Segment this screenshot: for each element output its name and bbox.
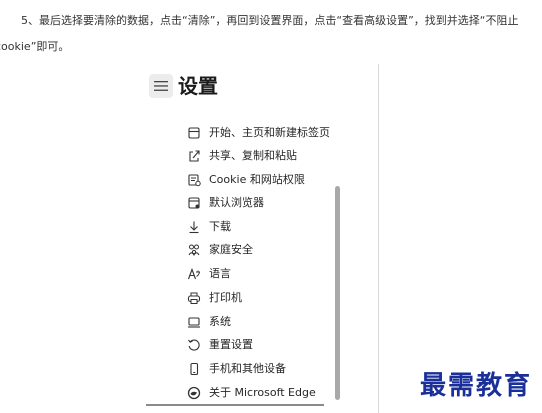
- nav-item-label: 打印机: [209, 291, 242, 304]
- scrollbar-thumb[interactable]: [335, 186, 340, 400]
- page: 5、最后选择要清除的数据，点击“清除”，再回到设置界面，点击“查看高级设置”，找…: [0, 0, 542, 413]
- hamburger-menu-button[interactable]: [149, 74, 173, 98]
- nav-item-label: 系统: [209, 315, 231, 328]
- nav-item-label: 下载: [209, 220, 231, 233]
- nav-item-label: 家庭安全: [209, 243, 253, 256]
- nav-item-label: 默认浏览器: [209, 196, 264, 209]
- settings-title: 设置: [178, 74, 218, 98]
- language-icon: [187, 267, 200, 280]
- printer-icon: [187, 292, 201, 304]
- panel-right-border: [378, 64, 379, 413]
- nav-item-label: Cookie 和网站权限: [209, 173, 305, 186]
- share-icon: [189, 150, 200, 162]
- system-icon: [188, 317, 200, 328]
- instruction-line-1: 5、最后选择要清除的数据，点击“清除”，再回到设置界面，点击“查看高级设置”，找…: [21, 14, 519, 27]
- nav-item-label: 语言: [209, 267, 231, 280]
- edge-logo-icon: [187, 386, 201, 400]
- nav-item-share-copy-paste[interactable]: 共享、复制和粘贴: [176, 146, 366, 166]
- family-icon: [188, 244, 200, 257]
- hamburger-menu-icon: [154, 81, 168, 91]
- nav-item-start-home-newtab[interactable]: 开始、主页和新建标签页: [176, 123, 366, 143]
- default-browser-icon: [188, 197, 200, 209]
- reset-icon: [188, 339, 200, 351]
- phone-icon: [190, 362, 199, 376]
- nav-item-label: 共享、复制和粘贴: [209, 149, 297, 162]
- nav-item-label: 手机和其他设备: [209, 362, 286, 375]
- nav-item-label: 关于 Microsoft Edge: [209, 386, 316, 399]
- settings-panel: 设置 开始、主页和新建标签页 共享、复制和粘贴 Cookie 和网站权限 默认浏…: [146, 64, 380, 413]
- home-page-icon: [188, 127, 200, 139]
- download-icon: [189, 221, 199, 234]
- panel-bottom-divider: [146, 404, 324, 406]
- watermark-text: 最需教育: [420, 371, 533, 401]
- cookie-permissions-icon: [188, 174, 201, 187]
- nav-item-label: 重置设置: [209, 338, 253, 351]
- nav-item-label: 开始、主页和新建标签页: [209, 126, 330, 139]
- instruction-line-2: cookie”即可。: [0, 40, 70, 53]
